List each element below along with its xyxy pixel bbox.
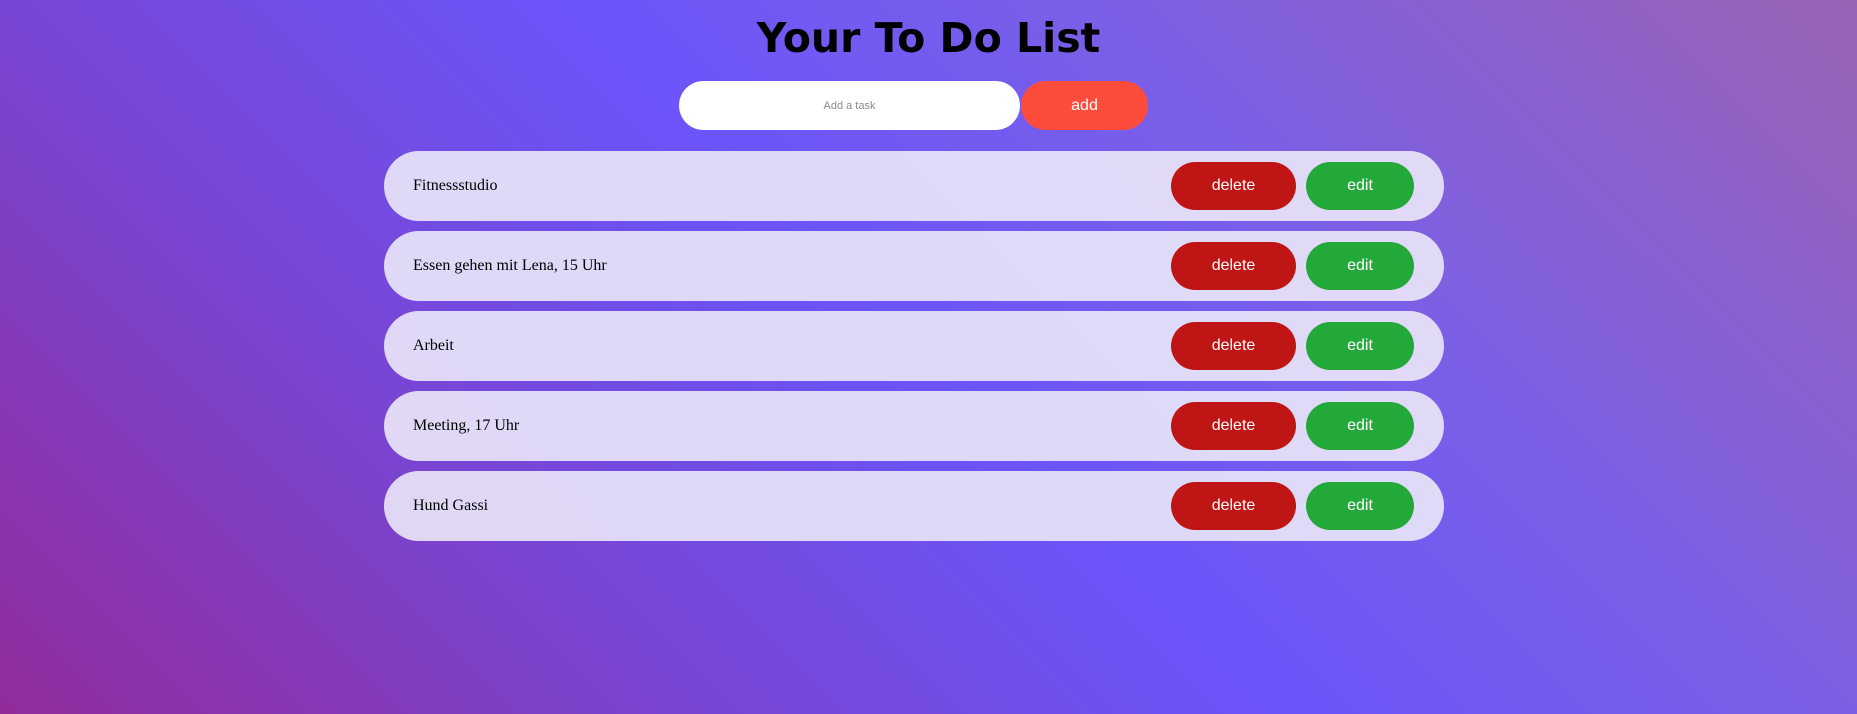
task-list: Fitnessstudio delete edit Essen gehen mi…: [384, 151, 1444, 551]
edit-task-button[interactable]: edit: [1306, 482, 1414, 530]
task-item: Arbeit delete edit: [384, 311, 1444, 381]
delete-task-button[interactable]: delete: [1171, 162, 1296, 210]
task-text: Essen gehen mit Lena, 15 Uhr: [413, 257, 607, 274]
delete-task-button[interactable]: delete: [1171, 242, 1296, 290]
task-item: Meeting, 17 Uhr delete edit: [384, 391, 1444, 461]
page-title: Your To Do List: [756, 14, 1101, 62]
task-text: Hund Gassi: [413, 497, 489, 514]
delete-task-button[interactable]: delete: [1171, 482, 1296, 530]
task-item: Fitnessstudio delete edit: [384, 151, 1444, 221]
edit-task-button[interactable]: edit: [1306, 402, 1414, 450]
add-task-button[interactable]: add: [1021, 81, 1148, 130]
edit-task-button[interactable]: edit: [1306, 242, 1414, 290]
delete-task-button[interactable]: delete: [1171, 322, 1296, 370]
task-item: Essen gehen mit Lena, 15 Uhr delete edit: [384, 231, 1444, 301]
task-text: Fitnessstudio: [413, 177, 498, 194]
task-text: Meeting, 17 Uhr: [413, 417, 520, 434]
edit-task-button[interactable]: edit: [1306, 322, 1414, 370]
task-item: Hund Gassi delete edit: [384, 471, 1444, 541]
edit-task-button[interactable]: edit: [1306, 162, 1414, 210]
delete-task-button[interactable]: delete: [1171, 402, 1296, 450]
add-task-input[interactable]: [679, 81, 1020, 130]
task-text: Arbeit: [413, 337, 454, 354]
